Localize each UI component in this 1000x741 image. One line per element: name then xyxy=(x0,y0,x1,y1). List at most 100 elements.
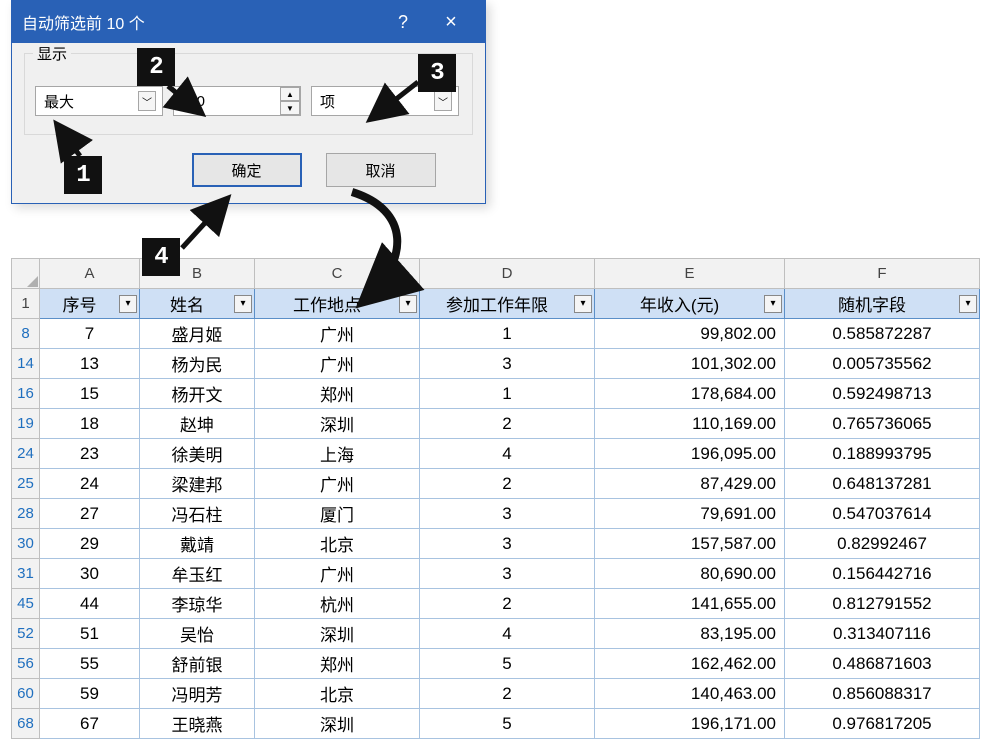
cell[interactable]: 79,691.00 xyxy=(595,499,785,529)
cell[interactable]: 27 xyxy=(40,499,140,529)
row-head[interactable]: 24 xyxy=(12,439,40,469)
row-head[interactable]: 68 xyxy=(12,709,40,739)
cell[interactable]: 李琼华 xyxy=(140,589,255,619)
cell[interactable]: 0.592498713 xyxy=(785,379,980,409)
cell[interactable]: 24 xyxy=(40,469,140,499)
filter-dropdown-icon[interactable] xyxy=(959,295,977,313)
row-head[interactable]: 1 xyxy=(12,289,40,319)
cell[interactable]: 2 xyxy=(420,589,595,619)
cell[interactable]: 0.765736065 xyxy=(785,409,980,439)
cell[interactable]: 59 xyxy=(40,679,140,709)
cell[interactable]: 1 xyxy=(420,319,595,349)
cell[interactable]: 140,463.00 xyxy=(595,679,785,709)
row-head[interactable]: 52 xyxy=(12,619,40,649)
cell[interactable]: 87,429.00 xyxy=(595,469,785,499)
cell[interactable]: 郑州 xyxy=(255,649,420,679)
spinner-down-icon[interactable]: ▼ xyxy=(280,101,300,115)
cell[interactable]: 王晓燕 xyxy=(140,709,255,739)
filter-dropdown-icon[interactable] xyxy=(119,295,137,313)
cell[interactable]: 196,095.00 xyxy=(595,439,785,469)
cell[interactable]: 18 xyxy=(40,409,140,439)
cell[interactable]: 0.82992467 xyxy=(785,529,980,559)
cell[interactable]: 广州 xyxy=(255,469,420,499)
cell[interactable]: 0.188993795 xyxy=(785,439,980,469)
col-head-A[interactable]: A xyxy=(40,259,140,289)
cell[interactable]: 广州 xyxy=(255,349,420,379)
cell[interactable]: 舒前银 xyxy=(140,649,255,679)
row-head[interactable]: 30 xyxy=(12,529,40,559)
cell[interactable]: 梁建邦 xyxy=(140,469,255,499)
cell[interactable]: 99,802.00 xyxy=(595,319,785,349)
row-head[interactable]: 28 xyxy=(12,499,40,529)
row-head[interactable]: 8 xyxy=(12,319,40,349)
cell[interactable]: 5 xyxy=(420,649,595,679)
cell[interactable]: 北京 xyxy=(255,679,420,709)
cell[interactable]: 3 xyxy=(420,559,595,589)
cell[interactable]: 0.856088317 xyxy=(785,679,980,709)
cell[interactable]: 67 xyxy=(40,709,140,739)
cell[interactable]: 0.976817205 xyxy=(785,709,980,739)
cell[interactable]: 深圳 xyxy=(255,409,420,439)
cell[interactable]: 55 xyxy=(40,649,140,679)
cell[interactable]: 广州 xyxy=(255,319,420,349)
chevron-down-icon[interactable]: ﹀ xyxy=(434,91,452,111)
cell[interactable]: 牟玉红 xyxy=(140,559,255,589)
cell[interactable]: 杨开文 xyxy=(140,379,255,409)
direction-combo[interactable]: 最大 ﹀ xyxy=(35,86,163,116)
cell[interactable]: 110,169.00 xyxy=(595,409,785,439)
cell[interactable]: 196,171.00 xyxy=(595,709,785,739)
cell[interactable]: 徐美明 xyxy=(140,439,255,469)
cell[interactable]: 1 xyxy=(420,379,595,409)
cell[interactable]: 吴怡 xyxy=(140,619,255,649)
cell[interactable]: 2 xyxy=(420,409,595,439)
cell[interactable]: 29 xyxy=(40,529,140,559)
cell[interactable]: 7 xyxy=(40,319,140,349)
cell[interactable]: 0.547037614 xyxy=(785,499,980,529)
col-head-D[interactable]: D xyxy=(420,259,595,289)
row-head[interactable]: 16 xyxy=(12,379,40,409)
cell[interactable]: 2 xyxy=(420,679,595,709)
cell[interactable]: 13 xyxy=(40,349,140,379)
filter-dropdown-icon[interactable] xyxy=(764,295,782,313)
row-head[interactable]: 25 xyxy=(12,469,40,499)
cell[interactable]: 101,302.00 xyxy=(595,349,785,379)
row-head[interactable]: 56 xyxy=(12,649,40,679)
cancel-button[interactable]: 取消 xyxy=(326,153,436,187)
filter-dropdown-icon[interactable] xyxy=(234,295,252,313)
cell[interactable]: 15 xyxy=(40,379,140,409)
row-head[interactable]: 31 xyxy=(12,559,40,589)
cell[interactable]: 44 xyxy=(40,589,140,619)
row-head[interactable]: 45 xyxy=(12,589,40,619)
cell[interactable]: 30 xyxy=(40,559,140,589)
close-button[interactable]: × xyxy=(427,1,475,43)
col-head-F[interactable]: F xyxy=(785,259,980,289)
cell[interactable]: 4 xyxy=(420,619,595,649)
filter-dropdown-icon[interactable] xyxy=(399,295,417,313)
header-cell[interactable]: 姓名 xyxy=(140,289,255,319)
cell[interactable]: 深圳 xyxy=(255,619,420,649)
row-head[interactable]: 14 xyxy=(12,349,40,379)
cell[interactable]: 0.585872287 xyxy=(785,319,980,349)
cell[interactable]: 162,462.00 xyxy=(595,649,785,679)
cell[interactable]: 141,655.00 xyxy=(595,589,785,619)
cell[interactable]: 郑州 xyxy=(255,379,420,409)
cell[interactable]: 戴靖 xyxy=(140,529,255,559)
filter-dropdown-icon[interactable] xyxy=(574,295,592,313)
chevron-down-icon[interactable]: ﹀ xyxy=(138,91,156,111)
cell[interactable]: 80,690.00 xyxy=(595,559,785,589)
help-button[interactable]: ? xyxy=(379,1,427,43)
header-cell[interactable]: 年收入(元) xyxy=(595,289,785,319)
cell[interactable]: 杨为民 xyxy=(140,349,255,379)
cell[interactable]: 0.313407116 xyxy=(785,619,980,649)
cell[interactable]: 0.486871603 xyxy=(785,649,980,679)
cell[interactable]: 3 xyxy=(420,349,595,379)
cell[interactable]: 4 xyxy=(420,439,595,469)
cell[interactable]: 0.156442716 xyxy=(785,559,980,589)
col-head-E[interactable]: E xyxy=(595,259,785,289)
header-cell[interactable]: 工作地点 xyxy=(255,289,420,319)
cell[interactable]: 51 xyxy=(40,619,140,649)
cell[interactable]: 赵坤 xyxy=(140,409,255,439)
cell[interactable]: 深圳 xyxy=(255,709,420,739)
spinner-up-icon[interactable]: ▲ xyxy=(280,87,300,101)
cell[interactable]: 3 xyxy=(420,529,595,559)
